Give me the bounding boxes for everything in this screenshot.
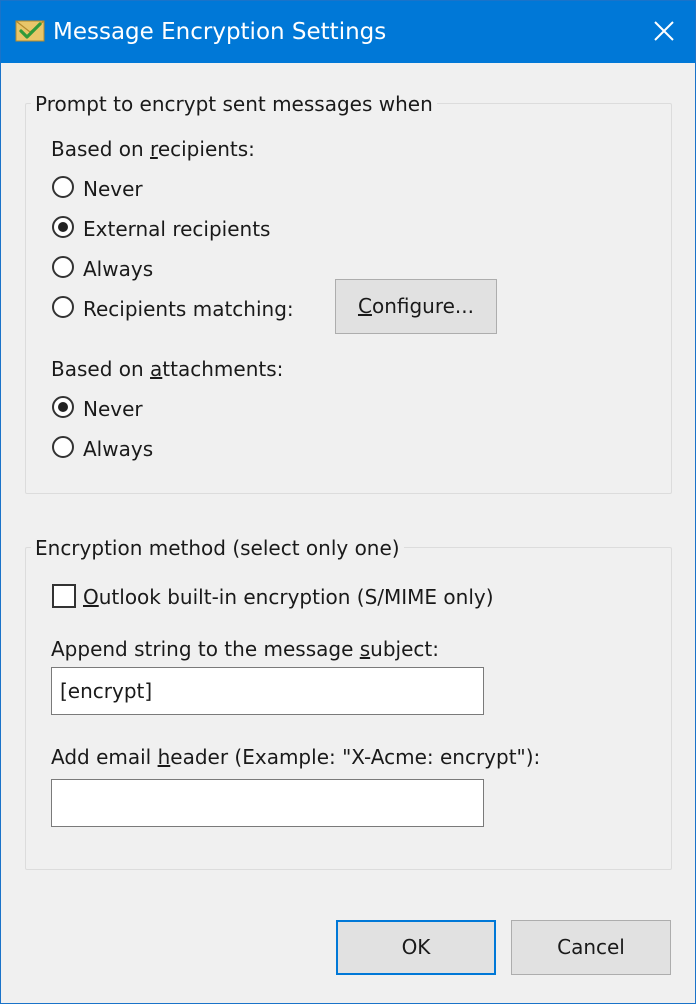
dialog-window: Message Encryption Settings Prompt to en…	[0, 0, 696, 1004]
outlook-encryption-checkbox[interactable]	[52, 584, 76, 608]
configure-button[interactable]: Configure...	[335, 279, 497, 334]
envelope-check-icon	[15, 19, 45, 43]
recipients-option-label: Recipients matching:	[83, 297, 294, 321]
attachments-option-label: Always	[83, 437, 154, 461]
outlook-encryption-label: Outlook built-in encryption (S/MIME only…	[83, 585, 494, 609]
header-label: Add email header (Example: "X-Acme: encr…	[51, 745, 541, 769]
prompt-group-label: Prompt to encrypt sent messages when	[31, 92, 437, 116]
ok-button[interactable]: OK	[336, 920, 496, 975]
window-title: Message Encryption Settings	[53, 19, 387, 45]
recipients-label: Based on recipients:	[51, 137, 255, 161]
close-icon	[654, 21, 674, 41]
method-group-label: Encryption method (select only one)	[31, 536, 404, 560]
attachments-option-label: Never	[83, 397, 143, 421]
recipients-option-label: External recipients	[83, 217, 271, 241]
recipients-radio-always[interactable]	[52, 256, 74, 278]
recipients-radio-external[interactable]	[52, 216, 74, 238]
header-input[interactable]	[51, 779, 484, 827]
cancel-button[interactable]: Cancel	[511, 920, 671, 975]
subject-input[interactable]	[51, 667, 484, 715]
recipients-option-label: Always	[83, 257, 154, 281]
title-bar: Message Encryption Settings	[1, 1, 695, 63]
attachments-radio-always[interactable]	[52, 436, 74, 458]
recipients-radio-matching[interactable]	[52, 296, 74, 318]
close-button[interactable]	[633, 1, 695, 63]
attachments-label: Based on attachments:	[51, 357, 284, 381]
recipients-radio-never[interactable]	[52, 176, 74, 198]
subject-label: Append string to the message subject:	[51, 637, 439, 661]
recipients-option-label: Never	[83, 177, 143, 201]
attachments-radio-never[interactable]	[52, 396, 74, 418]
